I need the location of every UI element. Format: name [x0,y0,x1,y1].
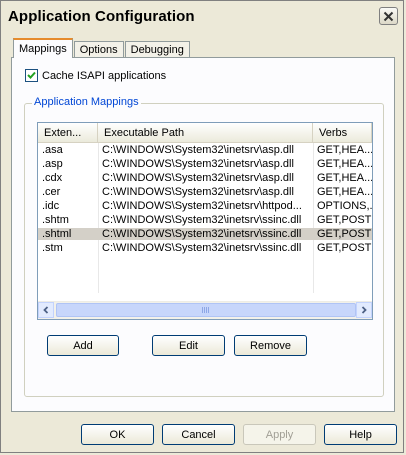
path-cell: C:\WINDOWS\System32\inetsrv\httpod... [102,200,302,212]
extension-cell: .shtm [42,214,69,226]
scroll-thumb[interactable] [56,303,356,317]
scroll-right-button[interactable] [356,302,372,318]
tab-mappings[interactable]: Mappings [13,38,73,58]
list-item[interactable]: .shtm C:\WINDOWS\System32\inetsrv\ssinc.… [38,213,372,227]
column-header-extension[interactable]: Exten... [38,123,98,142]
path-cell: C:\WINDOWS\System32\inetsrv\ssinc.dll [102,214,302,226]
verbs-cell: GET,POST [317,242,372,254]
window-title: Application Configuration [8,7,195,25]
list-rows: .asa C:\WINDOWS\System32\inetsrv\asp.dll… [38,143,372,255]
list-item[interactable]: .idc C:\WINDOWS\System32\inetsrv\httpod.… [38,199,372,213]
checkmark-icon [27,71,36,79]
extension-cell: .idc [42,200,60,212]
path-cell: C:\WINDOWS\System32\inetsrv\asp.dll [102,186,294,198]
extension-cell: .shtml [38,228,98,240]
scroll-track[interactable] [54,302,356,319]
cancel-button[interactable]: Cancel [162,424,235,445]
extension-cell: .asa [42,144,63,156]
cache-isapi-checkbox[interactable] [25,69,38,82]
cache-isapi-label: Cache ISAPI applications [42,69,167,82]
mappings-list[interactable]: Exten... Executable Path Verbs .asa C:\W… [37,122,373,320]
extension-cell: .cer [42,186,61,198]
list-item[interactable]: .cer C:\WINDOWS\System32\inetsrv\asp.dll… [38,185,372,199]
column-header-verbs[interactable]: Verbs [313,123,372,142]
mappings-panel: Cache ISAPI applications Application Map… [11,57,395,412]
edit-button[interactable]: Edit [152,335,225,356]
list-item[interactable]: .cdx C:\WINDOWS\System32\inetsrv\asp.dll… [38,171,372,185]
list-item[interactable]: .asp C:\WINDOWS\System32\inetsrv\asp.dll… [38,157,372,171]
apply-button[interactable]: Apply [243,424,316,445]
path-cell: C:\WINDOWS\System32\inetsrv\asp.dll [102,172,294,184]
chevron-left-icon [43,306,49,314]
application-mappings-group: Application Mappings Exten... Executable… [24,96,384,397]
extension-cell: .stm [42,242,63,254]
extension-cell: .cdx [42,172,63,184]
path-cell: C:\WINDOWS\System32\inetsrv\ssinc.dll [102,242,302,254]
verbs-cell: OPTIONS,... [317,200,372,212]
path-cell: C:\WINDOWS\System32\inetsrv\asp.dll [102,144,294,156]
list-header: Exten... Executable Path Verbs [38,123,372,143]
cache-isapi-option[interactable]: Cache ISAPI applications [25,69,166,82]
chevron-right-icon [361,306,367,314]
ok-button[interactable]: OK [81,424,154,445]
path-cell: C:\WINDOWS\System32\inetsrv\asp.dll [102,158,294,170]
path-cell: C:\WINDOWS\System32\inetsrv\ssinc.dll [98,228,313,240]
tab-strip: Mappings Options Debugging [13,38,191,58]
list-item-selected[interactable]: .shtml C:\WINDOWS\System32\inetsrv\ssinc… [38,227,372,241]
scroll-left-button[interactable] [38,302,54,318]
add-button[interactable]: Add [47,335,119,356]
list-item[interactable]: .asa C:\WINDOWS\System32\inetsrv\asp.dll… [38,143,372,157]
help-button[interactable]: Help [324,424,397,445]
tab-debugging[interactable]: Debugging [124,41,190,58]
tab-options[interactable]: Options [73,41,124,58]
verbs-cell: GET,HEA... [317,186,372,198]
column-header-executable-path[interactable]: Executable Path [98,123,313,142]
verbs-cell: GET,HEA... [317,158,372,170]
grip-icon [202,307,210,313]
application-configuration-dialog: Application Configuration Mappings Optio… [0,0,404,453]
verbs-cell: GET,HEA... [317,172,372,184]
close-button[interactable] [379,7,398,25]
title-bar[interactable]: Application Configuration [2,2,402,30]
verbs-cell: GET,HEA... [317,144,372,156]
horizontal-scrollbar[interactable] [38,301,372,319]
close-icon [383,11,394,21]
verbs-cell: GET,POST [313,228,372,240]
extension-cell: .asp [42,158,63,170]
remove-button[interactable]: Remove [234,335,307,356]
list-item[interactable]: .stm C:\WINDOWS\System32\inetsrv\ssinc.d… [38,241,372,255]
verbs-cell: GET,POST [317,214,372,226]
group-label: Application Mappings [32,96,141,108]
